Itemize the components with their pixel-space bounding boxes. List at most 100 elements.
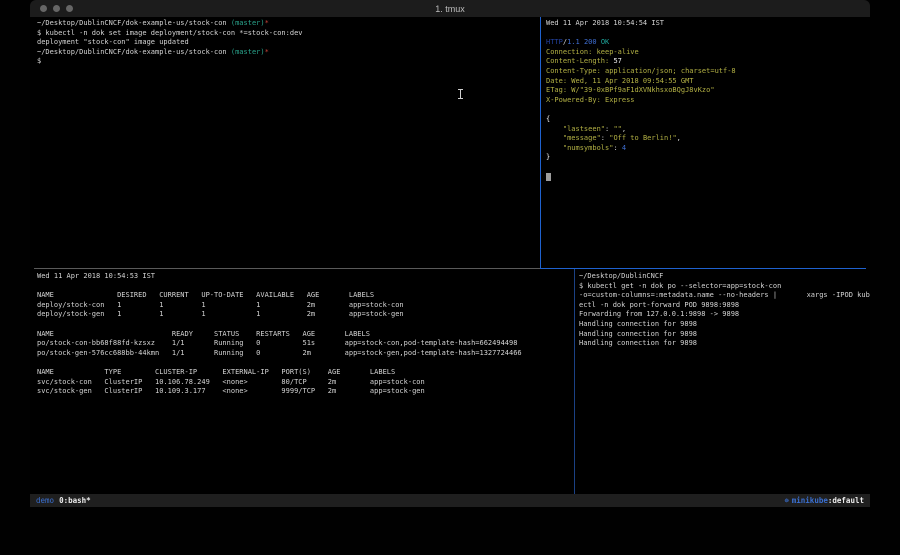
terminal-line: Content-Length: 57 — [546, 57, 870, 67]
terminal-line: "numsymbols": 4 — [546, 144, 870, 154]
terminal-line: Handling connection for 9898 — [579, 330, 870, 340]
window-title: 1. tmux — [30, 4, 870, 14]
text-segment: ~/Desktop/DublinCNCF/dok-example-us/stoc… — [37, 48, 231, 56]
terminal-line: ETag: W/"39-0xBPf9aF1dXVNkhsxoBQgJ8vKzo" — [546, 86, 870, 96]
terminal-line: NAME READY STATUS RESTARTS AGE LABELS — [37, 330, 574, 340]
text-cursor-block — [546, 173, 551, 181]
text-segment: ~/Desktop/DublinCNCF — [579, 272, 663, 280]
tmux-content: ~/Desktop/DublinCNCF/dok-example-us/stoc… — [30, 17, 870, 494]
text-segment: X-Powered-By: Express — [546, 96, 635, 104]
terminal-line: deploy/stock-gen 1 1 1 1 2m app=stock-ge… — [37, 310, 574, 320]
terminal-line: po/stock-gen-576cc688bb-44kmn 1/1 Runnin… — [37, 349, 574, 359]
mouse-ibeam-cursor — [457, 89, 464, 99]
text-segment: Wed 11 Apr 2018 10:54:54 IST — [546, 19, 664, 27]
text-segment: "numsymbols" — [563, 144, 614, 152]
terminal-line: NAME TYPE CLUSTER-IP EXTERNAL-IP PORT(S)… — [37, 368, 574, 378]
terminal-line: { — [546, 115, 870, 125]
text-segment: Content-Type: application/json; charset=… — [546, 67, 736, 75]
terminal-line: HTTP/1.1 200 OK — [546, 38, 870, 48]
terminal-line: X-Powered-By: Express — [546, 96, 870, 106]
text-segment: : — [613, 144, 621, 152]
terminal-line: ~/Desktop/DublinCNCF — [579, 272, 870, 282]
text-segment: 200 — [584, 38, 597, 46]
pane-bottom-right-port-forward[interactable]: ~/Desktop/DublinCNCF$ kubectl get -n dok… — [576, 270, 870, 494]
pane-border-horizontal-left[interactable] — [34, 268, 540, 269]
status-left: demo 0:bash* — [36, 496, 91, 505]
terminal-line: po/stock-con-bb68f88fd-kzsxz 1/1 Running… — [37, 339, 574, 349]
terminal-line — [546, 173, 870, 183]
terminal-line — [546, 105, 870, 115]
text-segment — [546, 134, 563, 142]
text-segment: Forwarding from 127.0.0.1:9898 -> 9898 — [579, 310, 739, 318]
text-segment: "lastseen" — [563, 125, 605, 133]
status-right: ☸ minikube :default — [785, 496, 864, 505]
text-segment: (master) — [231, 48, 265, 56]
text-segment: deployment "stock-con" image updated — [37, 38, 189, 46]
terminal-line: "lastseen": "", — [546, 125, 870, 135]
text-segment: NAME READY STATUS RESTARTS AGE LABELS — [37, 330, 370, 338]
terminal-line: Wed 11 Apr 2018 10:54:54 IST — [546, 19, 870, 29]
text-segment: Handling connection for 9898 — [579, 320, 697, 328]
window-label[interactable]: 0:bash* — [59, 496, 91, 505]
text-segment: Wed 11 Apr 2018 10:54:53 IST — [37, 272, 155, 280]
tmux-status-bar: demo 0:bash* ☸ minikube :default — [30, 494, 870, 507]
text-segment: deploy/stock-con 1 1 1 1 2m app=stock-co… — [37, 301, 404, 309]
terminal-line: svc/stock-con ClusterIP 10.106.78.249 <n… — [37, 378, 574, 388]
text-segment: deploy/stock-gen 1 1 1 1 2m app=stock-ge… — [37, 310, 404, 318]
text-segment: po/stock-con-bb68f88fd-kzsxz 1/1 Running… — [37, 339, 517, 347]
terminal-line — [37, 320, 574, 330]
text-segment: { — [546, 115, 550, 123]
terminal-line: ~/Desktop/DublinCNCF/dok-example-us/stoc… — [37, 19, 540, 29]
text-segment: 1.1 — [567, 38, 580, 46]
terminal-line: svc/stock-gen ClusterIP 10.109.3.177 <no… — [37, 387, 574, 397]
text-segment: Handling connection for 9898 — [579, 330, 697, 338]
text-segment: ~/Desktop/DublinCNCF/dok-example-us/stoc… — [37, 19, 231, 27]
title-bar: 1. tmux — [30, 0, 870, 17]
pane-bottom-left-kubectl-watch[interactable]: Wed 11 Apr 2018 10:54:53 IST NAME DESIRE… — [30, 270, 574, 494]
terminal-line: Connection: keep-alive — [546, 48, 870, 58]
pane-border-horizontal-right[interactable] — [540, 268, 866, 269]
text-segment: Content-Length: — [546, 57, 613, 65]
text-segment: "message" — [563, 134, 601, 142]
pane-border-vertical-bottom[interactable] — [574, 269, 575, 494]
kubernetes-icon: ☸ — [785, 497, 789, 505]
text-segment: "Off to Berlin!" — [609, 134, 676, 142]
terminal-line — [37, 282, 574, 292]
text-segment: svc/stock-con ClusterIP 10.106.78.249 <n… — [37, 378, 425, 386]
text-segment: $ — [37, 57, 41, 65]
terminal-line: Handling connection for 9898 — [579, 339, 870, 349]
terminal-line: ectl -n dok port-forward POD 9898:9898 — [579, 301, 870, 311]
terminal-line: ~/Desktop/DublinCNCF/dok-example-us/stoc… — [37, 48, 540, 58]
text-segment: $ kubectl -n dok set image deployment/st… — [37, 29, 303, 37]
text-segment: * — [265, 48, 269, 56]
text-segment: (master) — [231, 19, 265, 27]
text-segment: "" — [613, 125, 621, 133]
terminal-window: 1. tmux ~/Desktop/DublinCNCF/dok-example… — [30, 0, 870, 507]
text-segment: HTTP — [546, 38, 563, 46]
terminal-line: Content-Type: application/json; charset=… — [546, 67, 870, 77]
pane-top-right-http-response[interactable]: Wed 11 Apr 2018 10:54:54 IST HTTP/1.1 20… — [542, 17, 870, 267]
text-segment: 4 — [622, 144, 626, 152]
text-segment: Handling connection for 9898 — [579, 339, 697, 347]
text-segment: , — [622, 125, 626, 133]
terminal-line: Wed 11 Apr 2018 10:54:53 IST — [37, 272, 574, 282]
text-segment — [546, 125, 563, 133]
terminal-line: deploy/stock-con 1 1 1 1 2m app=stock-co… — [37, 301, 574, 311]
terminal-line: $ — [37, 57, 540, 67]
text-segment: Date: Wed, 11 Apr 2018 09:54:55 GMT — [546, 77, 694, 85]
pane-border-vertical-top[interactable] — [540, 17, 541, 268]
terminal-line: deployment "stock-con" image updated — [37, 38, 540, 48]
terminal-line: } — [546, 153, 870, 163]
session-name: demo — [36, 496, 54, 505]
text-segment: ETag: W/"39-0xBPf9aF1dXVNkhsxoBQgJ8vKzo" — [546, 86, 715, 94]
kube-context-namespace: :default — [828, 496, 864, 505]
terminal-line: NAME DESIRED CURRENT UP-TO-DATE AVAILABL… — [37, 291, 574, 301]
terminal-line: Forwarding from 127.0.0.1:9898 -> 9898 — [579, 310, 870, 320]
text-segment: 57 — [613, 57, 621, 65]
terminal-line — [546, 29, 870, 39]
text-segment: ectl -n dok port-forward POD 9898:9898 — [579, 301, 739, 309]
terminal-line: Handling connection for 9898 — [579, 320, 870, 330]
pane-top-left-shell[interactable]: ~/Desktop/DublinCNCF/dok-example-us/stoc… — [30, 17, 540, 267]
terminal-line: -o=custom-columns=:metadata.name --no-he… — [579, 291, 870, 301]
text-segment: * — [265, 19, 269, 27]
